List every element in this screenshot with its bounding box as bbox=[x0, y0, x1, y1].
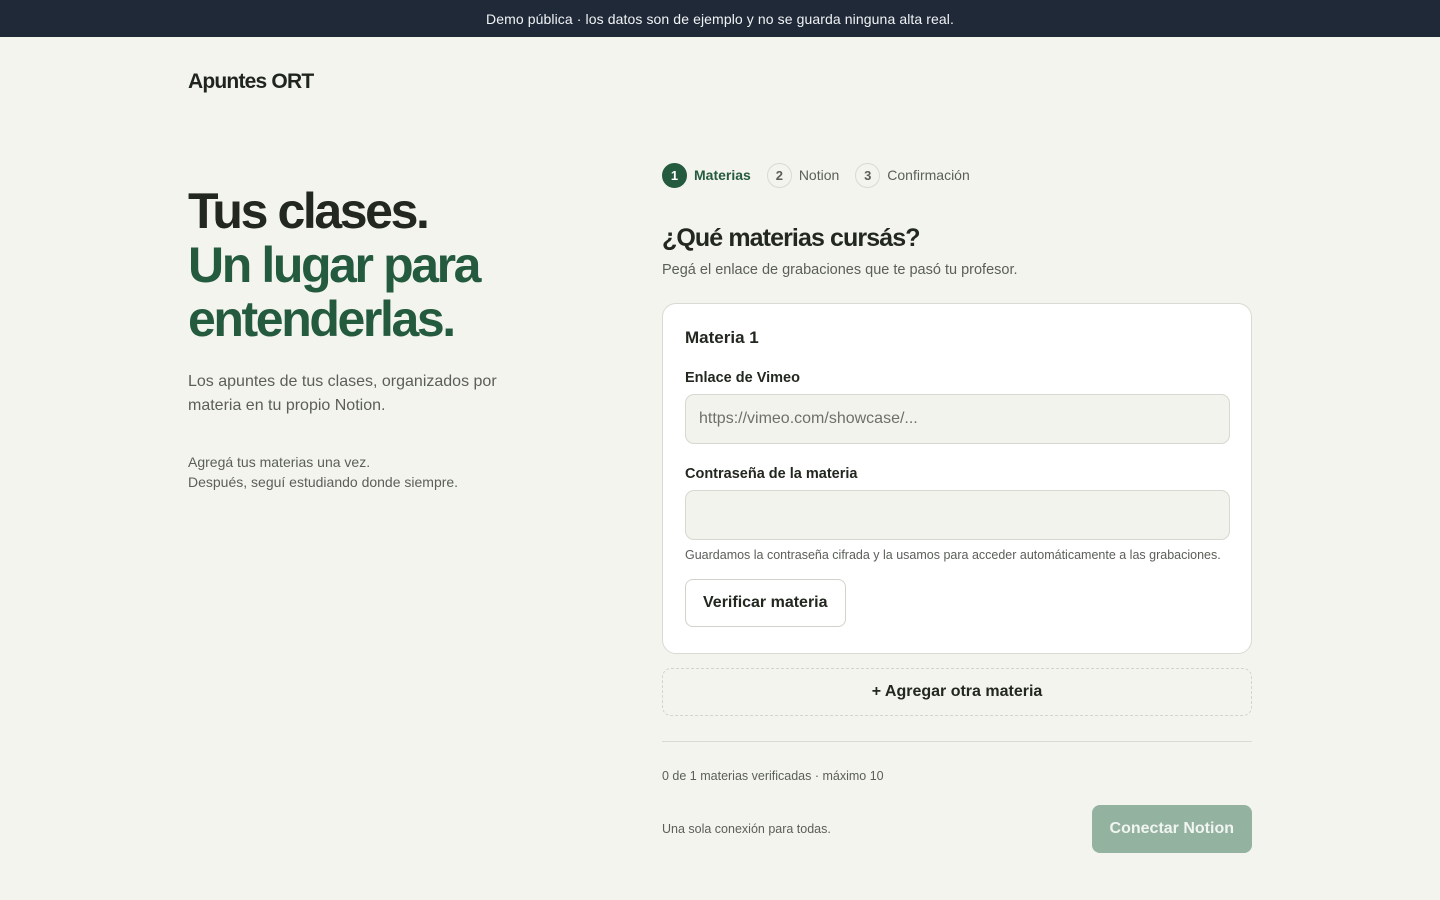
add-subject-button[interactable]: + Agregar otra materia bbox=[662, 668, 1252, 716]
vimeo-link-input[interactable] bbox=[685, 394, 1230, 444]
demo-banner-text: Demo pública · los datos son de ejemplo … bbox=[485, 10, 955, 27]
divider bbox=[662, 741, 1252, 742]
subject-card: Materia 1 Enlace de Vimeo Contraseña de … bbox=[662, 303, 1252, 654]
password-hint: Guardamos la contraseña cifrada y la usa… bbox=[685, 548, 1221, 562]
hero-line-1: Tus clases. bbox=[188, 183, 430, 239]
step-number: 2 bbox=[766, 162, 792, 188]
step-notion: 2 Notion bbox=[766, 162, 840, 188]
password-input[interactable] bbox=[685, 490, 1230, 540]
vimeo-link-label: Enlace de Vimeo bbox=[685, 370, 800, 386]
stepper: 1 Materias 2 Notion 3 Confirmación bbox=[662, 162, 1252, 188]
hero-note-line-2: Después, seguí estudiando donde siempre. bbox=[188, 474, 459, 490]
password-label: Contraseña de la materia bbox=[685, 466, 858, 482]
connect-notion-button[interactable]: Conectar Notion bbox=[1091, 805, 1252, 853]
form-title: ¿Qué materias cursás? bbox=[662, 224, 921, 252]
hero-subtitle: Los apuntes de tus clases, organizados p… bbox=[188, 373, 497, 414]
footer-note: Una sola conexión para todas. bbox=[662, 822, 831, 836]
form-footer: Una sola conexión para todas. Conectar N… bbox=[662, 805, 1252, 853]
hero-line-3: entenderlas. bbox=[188, 291, 456, 347]
step-number: 3 bbox=[855, 162, 881, 188]
hero-note: Agregá tus materias una vez. Después, se… bbox=[188, 452, 568, 492]
verify-subject-button[interactable]: Verificar materia bbox=[685, 579, 846, 627]
form-subtitle: Pegá el enlace de grabaciones que te pas… bbox=[662, 262, 1018, 278]
subject-card-title: Materia 1 bbox=[685, 328, 759, 347]
verified-count: 0 de 1 materias verificadas · máximo 10 bbox=[662, 769, 884, 783]
signup-form: 1 Materias 2 Notion 3 Confirmación ¿Qué … bbox=[662, 162, 1252, 853]
step-confirmacion: 3 Confirmación bbox=[855, 162, 970, 188]
hero-note-line-1: Agregá tus materias una vez. bbox=[188, 454, 371, 470]
step-label: Notion bbox=[798, 167, 840, 183]
brand-logo[interactable]: Apuntes ORT bbox=[188, 70, 314, 94]
demo-banner: Demo pública · los datos son de ejemplo … bbox=[0, 0, 1440, 37]
step-materias: 1 Materias bbox=[662, 162, 751, 188]
hero-line-2: Un lugar para bbox=[188, 237, 481, 293]
step-number: 1 bbox=[662, 162, 687, 188]
hero-section: Tus clases. Un lugar para entenderlas. L… bbox=[188, 184, 568, 492]
step-label: Confirmación bbox=[887, 167, 970, 183]
hero-heading: Tus clases. Un lugar para entenderlas. bbox=[188, 184, 568, 346]
step-label: Materias bbox=[694, 167, 751, 183]
